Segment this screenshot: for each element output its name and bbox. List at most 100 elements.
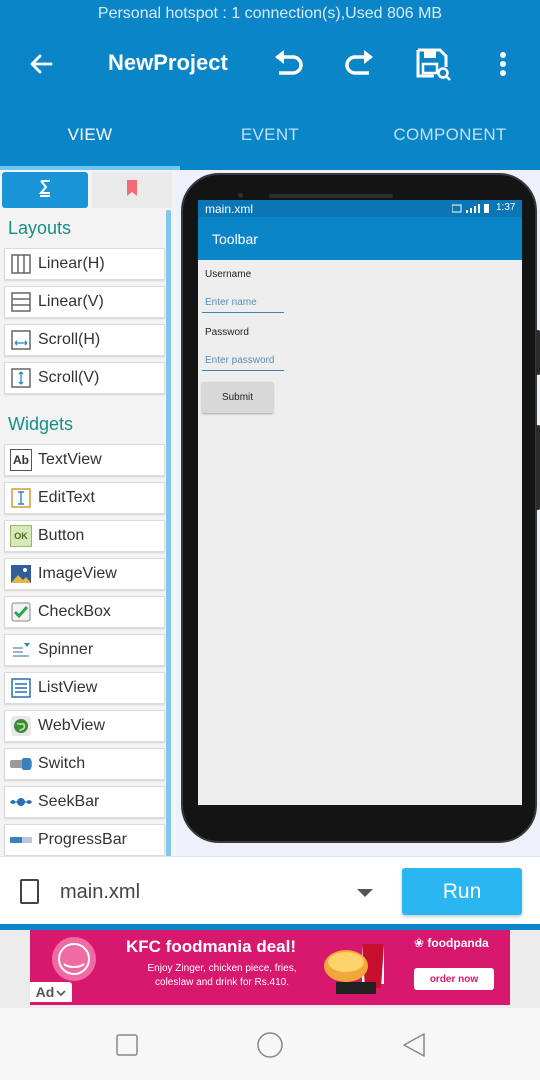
palette-item-linear-v[interactable]: Linear(V) (4, 286, 165, 318)
palette-item-button[interactable]: OK Button (4, 520, 165, 552)
palette-item-label: Switch (38, 755, 86, 772)
palette-item-scroll-h[interactable]: Scroll(H) (4, 324, 165, 356)
phone-speaker (269, 194, 393, 198)
foodmania-badge-icon (44, 936, 104, 987)
palette-item-switch[interactable]: Switch (4, 748, 165, 780)
ad-body: Enjoy Zinger, chicken piece, fries, cole… (147, 963, 297, 988)
home-icon[interactable] (256, 1031, 284, 1064)
kfc-meal-image-icon (318, 936, 398, 1005)
palette-item-textview[interactable]: Ab TextView (4, 444, 165, 476)
preview-toolbar: Toolbar (198, 217, 522, 260)
checkbox-icon (10, 601, 32, 623)
palette-item-linear-h[interactable]: Linear(H) (4, 248, 165, 280)
undo-icon[interactable] (266, 42, 310, 86)
palette-item-spinner[interactable]: Spinner (4, 634, 165, 666)
seekbar-icon (10, 791, 32, 813)
back-icon[interactable] (402, 1032, 426, 1063)
palette-scrollbar[interactable] (166, 210, 171, 856)
ad-area: KFC foodmania deal! Enjoy Zinger, chicke… (0, 930, 540, 1008)
palette-item-label: TextView (38, 451, 102, 468)
redo-icon[interactable] (338, 42, 382, 86)
phone-file-icon (20, 879, 39, 904)
linear-h-icon (10, 253, 32, 275)
palette-item-label: SeekBar (38, 793, 100, 810)
palette-item-label: Linear(H) (38, 255, 105, 272)
password-input[interactable]: Enter password (202, 355, 284, 371)
scroll-v-icon (10, 367, 32, 389)
file-selector[interactable]: main.xml (60, 881, 140, 904)
palette-item-label: WebView (38, 717, 105, 734)
status-text: Personal hotspot : 1 connection(s),Used … (97, 5, 443, 22)
palette-tab-bookmarks[interactable] (92, 172, 172, 208)
preview-status-bar: main.xml 1:37 (198, 200, 522, 217)
username-label: Username (205, 269, 252, 280)
palette-item-imageview[interactable]: ImageView (4, 558, 165, 590)
chevron-down-icon (56, 984, 66, 1000)
preview-time: 1:37 (496, 202, 516, 213)
tab-view[interactable]: VIEW (0, 100, 180, 170)
palette-item-label: Button (38, 527, 85, 544)
overflow-menu-icon[interactable] (481, 42, 525, 86)
signal-icon (451, 203, 494, 217)
spinner-icon (10, 639, 32, 661)
palette-item-listview[interactable]: ListView (4, 672, 165, 704)
listview-icon (10, 677, 32, 699)
app-bar: NewProject (0, 28, 540, 100)
textview-icon: Ab (10, 449, 32, 471)
palette-item-label: Linear(V) (38, 293, 104, 310)
preview-file-name: main.xml (205, 202, 254, 216)
palette-item-scroll-v[interactable]: Scroll(V) (4, 362, 165, 394)
palette-item-label: ImageView (38, 565, 117, 582)
palette-item-label: ProgressBar (38, 831, 127, 848)
ad-brand: ❀ foodpanda (414, 936, 489, 950)
phone-side-button (536, 330, 540, 375)
tab-event[interactable]: EVENT (180, 100, 360, 170)
ad-title: KFC foodmania deal! (126, 937, 297, 956)
submit-button[interactable]: Submit (202, 382, 273, 413)
system-nav-bar (0, 1008, 540, 1080)
palette-item-edittext[interactable]: EditText (4, 482, 165, 514)
ad-banner[interactable]: KFC foodmania deal! Enjoy Zinger, chicke… (30, 930, 510, 1005)
phone-camera (238, 193, 243, 198)
palette-item-label: ListView (38, 679, 98, 696)
scroll-h-icon (10, 329, 32, 351)
edittext-icon (10, 487, 32, 509)
button-icon: OK (10, 525, 32, 547)
widget-palette: Layouts Linear(H) Linear(V) Scroll(H) Sc… (0, 170, 176, 856)
back-arrow-icon[interactable] (19, 42, 63, 86)
palette-item-label: CheckBox (38, 603, 111, 620)
recents-icon[interactable] (116, 1034, 138, 1061)
palette-item-label: EditText (38, 489, 95, 506)
ad-choices-badge[interactable]: Ad (30, 982, 72, 1002)
dropdown-arrow-icon[interactable] (357, 889, 373, 897)
ad-order-now-button[interactable]: order now (414, 968, 494, 990)
run-button[interactable]: Run (402, 868, 522, 915)
project-title: NewProject (108, 50, 228, 75)
palette-item-seekbar[interactable]: SeekBar (4, 786, 165, 818)
editor-tabs: VIEW EVENT COMPONENT (0, 100, 540, 170)
preview-toolbar-title: Toolbar (212, 231, 258, 247)
ad-label: Ad (35, 984, 55, 1000)
webview-icon (10, 715, 32, 737)
save-icon[interactable] (411, 42, 455, 86)
preview-screen[interactable]: main.xml 1:37 Toolbar Username Enter nam… (198, 200, 522, 805)
username-placeholder: Enter name (205, 297, 257, 308)
palette-item-label: Scroll(H) (38, 331, 101, 348)
bookmark-icon (125, 179, 139, 202)
widgets-section-title: Widgets (8, 414, 74, 434)
system-status-bar: Personal hotspot : 1 connection(s),Used … (0, 0, 540, 28)
palette-item-progressbar[interactable]: ProgressBar (4, 824, 165, 856)
linear-v-icon (10, 291, 32, 313)
bottom-bar: main.xml Run (0, 856, 540, 926)
palette-tab-widgets[interactable] (2, 172, 88, 208)
layouts-section-title: Layouts (8, 218, 72, 238)
tab-component[interactable]: COMPONENT (360, 100, 540, 170)
palette-item-webview[interactable]: WebView (4, 710, 165, 742)
palette-item-checkbox[interactable]: CheckBox (4, 596, 165, 628)
palette-item-label: Scroll(V) (38, 369, 100, 386)
username-input[interactable]: Enter name (202, 297, 284, 313)
password-label: Password (205, 327, 249, 338)
palette-item-label: Spinner (38, 641, 94, 658)
switch-icon (10, 753, 32, 775)
password-placeholder: Enter password (205, 355, 275, 366)
